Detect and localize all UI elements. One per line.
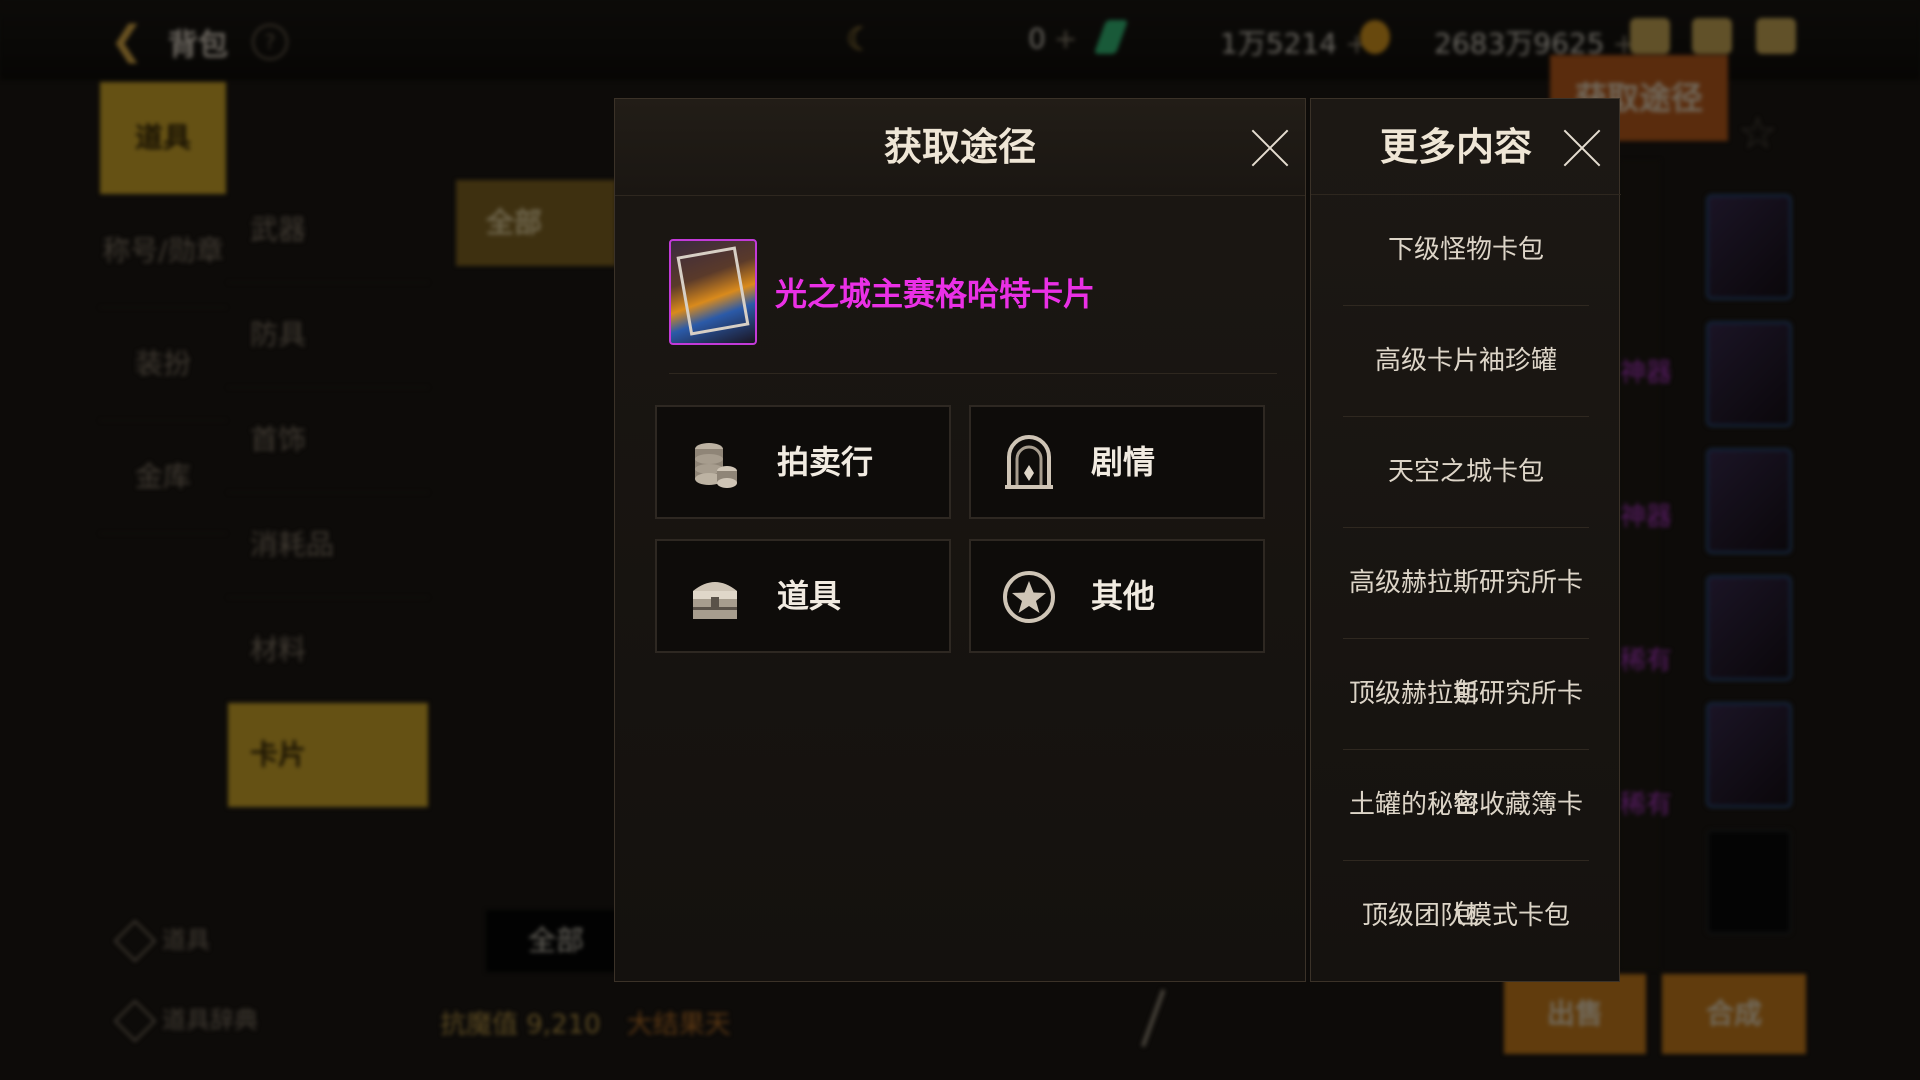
gems-value: 1万5214 (1220, 27, 1338, 60)
source-item-button[interactable]: 道具 (655, 539, 951, 653)
category-consumable[interactable]: 消耗品 (228, 493, 428, 598)
category-weapon[interactable]: 武器 (228, 178, 428, 283)
boss-stat: 大结果天 (626, 1010, 731, 1040)
diamond-icon (113, 919, 157, 963)
card-slot[interactable] (1706, 575, 1792, 681)
moon-icon: ☾ (846, 20, 875, 58)
merge-button[interactable]: 合成 (1662, 974, 1806, 1054)
item-row: 光之城主赛格哈特卡片 (669, 239, 1277, 374)
list-item[interactable]: 顶级团队模式卡包 (1343, 861, 1589, 971)
star-circle-icon (1003, 571, 1055, 623)
category-nav: 武器 防具 首饰 消耗品 材料 卡片 (228, 178, 428, 808)
favorite-star-icon[interactable]: ☆ (1738, 108, 1777, 159)
rarity-tag: 稀有 (1620, 790, 1673, 820)
card-slot[interactable] (1706, 702, 1792, 808)
source-label: 道具 (777, 577, 842, 615)
coins-icon (695, 443, 737, 488)
list-item[interactable]: 天空之城卡包 (1343, 417, 1589, 528)
card-slots (1706, 194, 1792, 956)
chest-icon (693, 582, 737, 619)
page-title: 背包 (168, 28, 228, 63)
more-content-panel: 更多内容 下级怪物卡包 高级卡片袖珍罐 天空之城卡包 高级赫拉斯研究所卡包 顶级… (1310, 98, 1621, 982)
rarity-tag: 稀有 (1620, 646, 1673, 676)
left-nav: 道具 称号/勋章 装扮 金库 (100, 82, 226, 534)
category-card[interactable]: 卡片 (228, 703, 428, 808)
more-list: 下级怪物卡包 高级卡片袖珍罐 天空之城卡包 高级赫拉斯研究所卡包 顶级赫拉斯研究… (1343, 195, 1589, 971)
category-accessory[interactable]: 首饰 (228, 388, 428, 493)
rarity-tag: 神器 (1620, 502, 1673, 532)
nav-item-titles[interactable]: 称号/勋章 (100, 195, 226, 308)
category-material[interactable]: 材料 (228, 598, 428, 703)
side-link-dictionary[interactable]: 道具辞典 (113, 999, 258, 1043)
diamond-icon (113, 999, 157, 1043)
side-link-label: 道具 (162, 926, 210, 954)
card-frame-icon (676, 246, 750, 336)
stats-bar: 抗魔值 9,210 大结果天 (440, 1004, 731, 1041)
stamina-value: 0 (1028, 22, 1046, 55)
filter-all-button[interactable]: 全部 (456, 180, 616, 266)
side-link-label: 道具辞典 (162, 1006, 258, 1034)
modal-header: 获取途径 (615, 99, 1305, 196)
chat-icon[interactable] (1756, 18, 1796, 54)
currency-stamina[interactable]: 0 + (1028, 22, 1077, 55)
category-armor[interactable]: 防具 (228, 283, 428, 388)
currency-gems[interactable]: 1万5214 + (1220, 22, 1369, 62)
sword-icon (1141, 989, 1203, 1061)
nav-item-items[interactable]: 道具 (100, 82, 226, 195)
filter-all-dropdown[interactable]: 全部 (486, 910, 626, 972)
card-slot[interactable] (1706, 194, 1792, 300)
modal-title: 获取途径 (883, 125, 1036, 169)
source-auction-button[interactable]: 拍卖行 (655, 405, 951, 519)
mail-icon[interactable] (1692, 18, 1732, 54)
list-item[interactable]: 顶级赫拉斯研究所卡包 (1343, 639, 1589, 819)
shop-icon[interactable] (1630, 18, 1670, 54)
item-name: 光之城主赛格哈特卡片 (775, 275, 1096, 313)
close-icon[interactable] (1247, 125, 1293, 171)
nav-item-avatar[interactable]: 装扮 (100, 308, 226, 421)
source-label: 其他 (1091, 577, 1156, 615)
list-item[interactable]: 土罐的秘密收藏簿卡包 (1343, 750, 1589, 930)
card-slot[interactable] (1706, 321, 1792, 427)
list-item[interactable]: 高级赫拉斯研究所卡包 (1343, 528, 1589, 708)
list-item[interactable]: 高级卡片袖珍罐 (1343, 306, 1589, 417)
gem-icon (1093, 20, 1129, 54)
question-icon[interactable]: ? (252, 24, 288, 60)
list-item[interactable]: 下级怪物卡包 (1343, 195, 1589, 306)
plus-icon[interactable]: + (1054, 22, 1077, 55)
obtain-route-modal: 获取途径 光之城主赛格哈特卡片 拍卖行 剧情 道具 其他 (614, 98, 1306, 982)
card-slot-empty[interactable] (1706, 829, 1792, 935)
source-story-button[interactable]: 剧情 (969, 405, 1265, 519)
close-icon[interactable] (1559, 125, 1605, 171)
gate-icon (1005, 435, 1053, 489)
card-thumbnail[interactable] (669, 239, 757, 345)
item-list-strip (1620, 160, 1660, 970)
card-slot[interactable] (1706, 448, 1792, 554)
source-label: 拍卖行 (777, 443, 874, 481)
rarity-tag: 神器 (1620, 358, 1673, 388)
source-label: 剧情 (1091, 443, 1156, 481)
sell-button[interactable]: 出售 (1504, 974, 1646, 1054)
anti-magic-stat: 抗魔值 9,210 (440, 1010, 601, 1040)
coin-icon (1360, 20, 1390, 54)
side-link-items[interactable]: 道具 (113, 919, 210, 963)
nav-item-vault[interactable]: 金库 (100, 421, 226, 534)
back-arrow-icon[interactable]: ❮ (110, 18, 156, 64)
source-other-button[interactable]: 其他 (969, 539, 1265, 653)
